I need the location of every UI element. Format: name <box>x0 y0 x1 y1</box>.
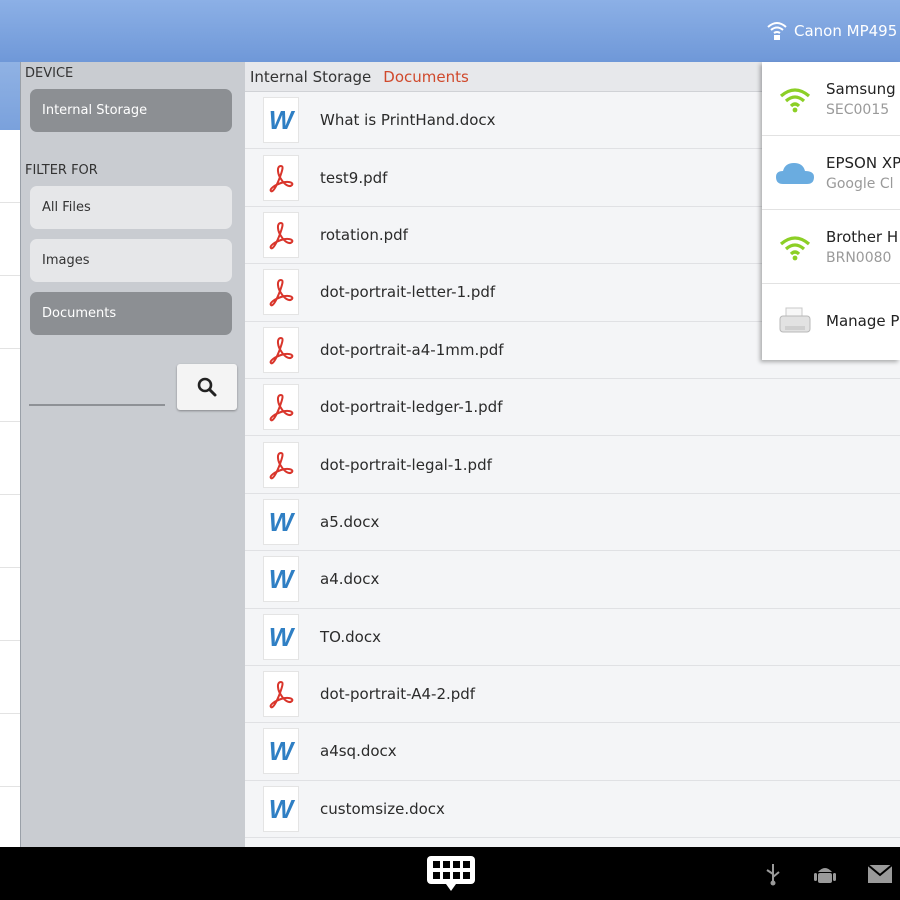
printer-selector-button[interactable]: Canon MP495 <box>762 0 900 62</box>
app-menu-button[interactable] <box>425 853 477 895</box>
svg-text:W: W <box>269 796 296 822</box>
printer-item[interactable]: EPSON XP Google Cl <box>762 136 900 210</box>
printer-name: Canon MP495 <box>794 22 898 40</box>
file-name: dot-portrait-a4-1mm.pdf <box>320 340 504 359</box>
file-name: test9.pdf <box>320 168 388 187</box>
file-name: a4.docx <box>320 570 380 589</box>
wifi-icon <box>774 230 816 264</box>
pdf-file-icon <box>263 326 299 373</box>
file-name: dot-portrait-A4-2.pdf <box>320 685 476 704</box>
file-row[interactable]: dot-portrait-A4-2.pdf <box>245 666 900 724</box>
top-action-bar: Canon MP495 <box>0 0 900 62</box>
file-row[interactable]: Wa5.docx <box>245 494 900 552</box>
pdf-file-icon <box>263 441 299 488</box>
system-navigation-bar <box>0 847 900 900</box>
background-row <box>0 714 20 787</box>
printer-icon <box>774 304 816 338</box>
mail-icon <box>866 862 894 886</box>
filter-documents-button[interactable]: Documents <box>30 292 232 335</box>
background-row <box>0 130 20 203</box>
file-name: dot-portrait-ledger-1.pdf <box>320 398 503 417</box>
cloud-icon <box>774 156 816 190</box>
printer-item[interactable]: Brother H BRN0080 <box>762 210 900 284</box>
file-name: rotation.pdf <box>320 225 408 244</box>
svg-text:W: W <box>269 738 296 764</box>
background-header <box>0 62 20 130</box>
printer-dropdown-menu: Samsung SEC0015 EPSON XP Google Cl Broth… <box>762 62 900 360</box>
background-row <box>0 203 20 276</box>
filter-images-button[interactable]: Images <box>30 239 232 282</box>
svg-text:W: W <box>269 509 296 535</box>
background-panel <box>0 62 20 860</box>
usb-icon <box>762 861 784 887</box>
file-name: What is PrintHand.docx <box>320 111 496 130</box>
file-name: a5.docx <box>320 512 380 531</box>
printer-name: Brother H <box>826 227 899 246</box>
filter-sidebar: DEVICE Internal Storage FILTER FOR All F… <box>20 62 246 847</box>
file-row[interactable]: dot-portrait-legal-1.pdf <box>245 436 900 494</box>
file-row[interactable]: dot-portrait-ledger-1.pdf <box>245 379 900 437</box>
background-row <box>0 349 20 422</box>
wifi-printer-icon <box>767 22 787 40</box>
keyboard-icon <box>427 856 475 891</box>
word-document-icon: W <box>263 97 299 144</box>
file-name: customsize.docx <box>320 799 445 818</box>
file-name: a4sq.docx <box>320 742 397 761</box>
pdf-file-icon <box>263 211 299 258</box>
pdf-file-icon <box>263 154 299 201</box>
printer-name: Samsung <box>826 79 896 98</box>
breadcrumb-current: Documents <box>383 67 469 86</box>
word-document-icon: W <box>263 556 299 603</box>
word-document-icon: W <box>263 785 299 832</box>
printer-name: EPSON XP <box>826 153 900 172</box>
file-name: dot-portrait-letter-1.pdf <box>320 283 496 302</box>
file-row[interactable]: Wa4.docx <box>245 551 900 609</box>
pdf-file-icon <box>263 671 299 718</box>
background-row <box>0 641 20 714</box>
search-icon <box>197 377 217 397</box>
pdf-file-icon <box>263 384 299 431</box>
svg-text:W: W <box>269 624 296 650</box>
file-name: TO.docx <box>320 627 381 646</box>
word-document-icon: W <box>263 498 299 545</box>
android-debug-icon <box>812 860 838 888</box>
manage-printers-label: Manage P <box>826 312 900 330</box>
file-row[interactable]: W TO.docx <box>245 609 900 666</box>
background-row <box>0 422 20 495</box>
svg-text:W: W <box>269 566 296 592</box>
device-section-label: DEVICE <box>25 66 74 81</box>
file-row[interactable]: Wa4sq.docx <box>245 723 900 781</box>
file-row[interactable]: Wcustomsize.docx <box>245 781 900 839</box>
search-input[interactable] <box>29 404 165 406</box>
manage-printers-item[interactable]: Manage P <box>762 284 900 358</box>
printer-address: Google Cl <box>826 175 894 192</box>
svg-text:W: W <box>269 107 296 133</box>
background-row <box>0 276 20 349</box>
printer-address: SEC0015 <box>826 101 890 118</box>
background-row <box>0 568 20 641</box>
background-row <box>0 495 20 568</box>
filter-all-files-button[interactable]: All Files <box>30 186 232 229</box>
internal-storage-button[interactable]: Internal Storage <box>30 89 232 132</box>
file-name: dot-portrait-legal-1.pdf <box>320 455 492 474</box>
printer-item[interactable]: Samsung SEC0015 <box>762 62 900 136</box>
wifi-icon <box>774 82 816 116</box>
breadcrumb-root[interactable]: Internal Storage <box>250 68 371 86</box>
printer-address: BRN0080 <box>826 249 892 266</box>
word-document-icon: W <box>263 613 299 660</box>
word-document-icon: W <box>263 728 299 775</box>
search-button[interactable] <box>177 364 237 410</box>
filter-section-label: FILTER FOR <box>25 163 98 178</box>
pdf-file-icon <box>263 269 299 316</box>
